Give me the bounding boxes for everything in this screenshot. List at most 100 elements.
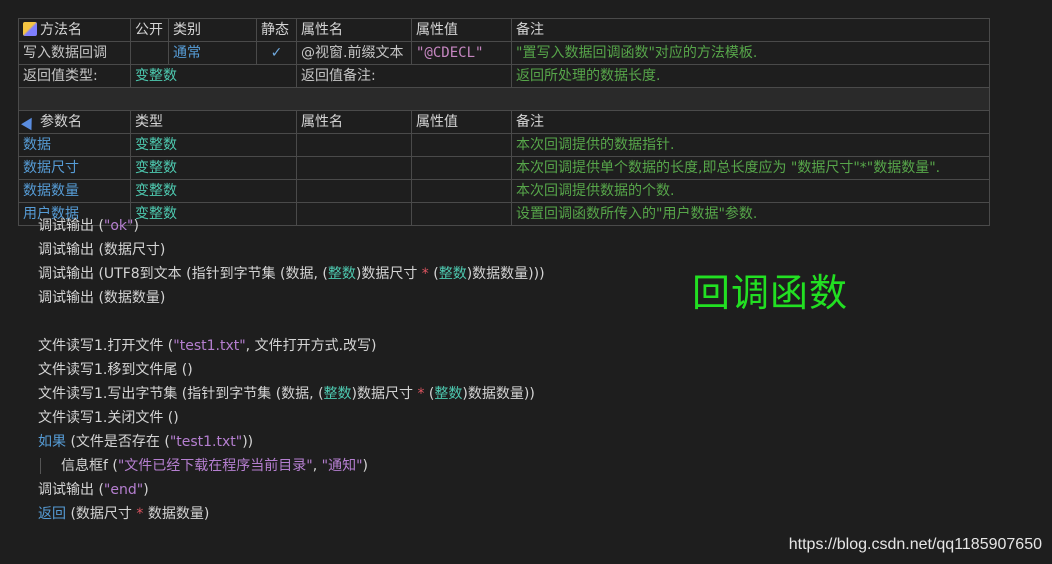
method-table: 方法名 公开 类别 静态 属性名 属性值 备注 写入数据回调 通常 ✓ @视窗.… <box>18 18 990 226</box>
code-text: 文件读写1.移到文件尾 () <box>38 362 193 378</box>
code-text: 调试输出 ( <box>38 218 104 234</box>
code-line[interactable]: 文件读写1.关闭文件 () <box>38 406 545 430</box>
param-type-cell[interactable]: 变整数 <box>130 179 297 203</box>
return-type-value[interactable]: 变整数 <box>130 64 297 88</box>
param-attr-name-cell[interactable] <box>296 156 412 180</box>
type-cast: 整数 <box>434 386 463 402</box>
static-check-icon[interactable]: ✓ <box>256 41 297 65</box>
code-line[interactable]: 调试输出 (数据数量) <box>38 286 545 310</box>
code-text: 调试输出 (数据数量) <box>38 290 166 306</box>
watermark: https://blog.csdn.net/qq1185907650 <box>788 536 1042 553</box>
return-note-value[interactable]: 返回所处理的数据长度. <box>511 64 990 88</box>
col-category: 类别 <box>168 18 257 42</box>
param-note-cell[interactable]: 本次回调提供单个数据的长度,即总长度应为 "数据尺寸"*"数据数量". <box>511 156 990 180</box>
method-public-cell[interactable] <box>130 41 169 65</box>
code-line[interactable]: 信息框f ("文件已经下载在程序当前目录", "通知") <box>38 454 545 478</box>
code-text: , 文件打开方式.改写) <box>245 338 377 354</box>
code-line-empty[interactable] <box>38 310 545 334</box>
code-text: )数据尺寸 <box>351 386 418 402</box>
method-header-row: 方法名 公开 类别 静态 属性名 属性值 备注 <box>18 18 990 42</box>
col-attr-value: 属性值 <box>411 18 512 42</box>
param-type-cell[interactable]: 变整数 <box>130 156 297 180</box>
col-method-name: 方法名 <box>18 18 131 42</box>
param-row[interactable]: 数据 变整数 本次回调提供的数据指针. <box>18 133 990 157</box>
param-attr-value-cell[interactable] <box>411 179 512 203</box>
code-text: 调试输出 (数据尺寸) <box>38 242 166 258</box>
operator: * <box>421 266 429 282</box>
param-name-cell[interactable]: 数据 <box>18 133 131 157</box>
code-line[interactable]: 调试输出 ("ok") <box>38 214 545 238</box>
param-header-row: 参数名 类型 属性名 属性值 备注 <box>18 110 990 134</box>
code-line[interactable]: 如果 (文件是否存在 ("test1.txt")) <box>38 430 545 454</box>
string-literal: "通知" <box>321 458 363 474</box>
param-row[interactable]: 数据数量 变整数 本次回调提供数据的个数. <box>18 179 990 203</box>
code-text: 调试输出 ( <box>38 482 104 498</box>
param-row[interactable]: 数据尺寸 变整数 本次回调提供单个数据的长度,即总长度应为 "数据尺寸"*"数据… <box>18 156 990 180</box>
type-cast: 整数 <box>323 386 352 402</box>
col-param-attr-value: 属性值 <box>411 110 512 134</box>
param-name-cell[interactable]: 数据数量 <box>18 179 131 203</box>
param-type-cell[interactable]: 变整数 <box>130 133 297 157</box>
method-category-cell[interactable]: 通常 <box>168 41 257 65</box>
col-note: 备注 <box>511 18 990 42</box>
code-text: (数据尺寸 <box>66 506 137 522</box>
keyword: 返回 <box>38 506 66 522</box>
code-text: 文件读写1.关闭文件 () <box>38 410 179 426</box>
code-text: ( <box>428 266 439 282</box>
code-line[interactable]: 返回 (数据尺寸 * 数据数量) <box>38 502 545 526</box>
code-line[interactable]: 文件读写1.移到文件尾 () <box>38 358 545 382</box>
string-literal: "ok" <box>103 218 134 234</box>
code-text: (文件是否存在 ( <box>66 434 170 450</box>
param-icon <box>21 114 37 131</box>
method-note-cell[interactable]: "置写入数据回调函数"对应的方法模板. <box>511 41 990 65</box>
return-row: 返回值类型: 变整数 返回值备注: 返回所处理的数据长度. <box>18 64 990 88</box>
param-attr-value-cell[interactable] <box>411 133 512 157</box>
code-text: , <box>312 458 322 474</box>
col-param-note: 备注 <box>511 110 990 134</box>
code-line[interactable]: 调试输出 (数据尺寸) <box>38 238 545 262</box>
col-attr-name: 属性名 <box>296 18 412 42</box>
overlay-title: 回调函数 <box>692 271 849 315</box>
code-text: ( <box>424 386 435 402</box>
code-line[interactable]: 文件读写1.写出字节集 (指针到字节集 (数据, (整数)数据尺寸 * (整数)… <box>38 382 545 406</box>
method-name-cell[interactable]: 写入数据回调 <box>18 41 131 65</box>
col-public: 公开 <box>130 18 169 42</box>
code-line[interactable]: 文件读写1.打开文件 ("test1.txt", 文件打开方式.改写) <box>38 334 545 358</box>
method-row[interactable]: 写入数据回调 通常 ✓ @视窗.前缀文本 "@CDECL" "置写入数据回调函数… <box>18 41 990 65</box>
keyword: 如果 <box>38 434 66 450</box>
col-static: 静态 <box>256 18 297 42</box>
param-note-cell[interactable]: 设置回调函数所传入的"用户数据"参数. <box>511 202 990 226</box>
code-text: ) <box>143 482 149 498</box>
method-attr-name-cell[interactable]: @视窗.前缀文本 <box>296 41 412 65</box>
param-attr-value-cell[interactable] <box>411 156 512 180</box>
code-text: 数据数量) <box>143 506 210 522</box>
code-text: 文件读写1.打开文件 ( <box>38 338 174 354</box>
param-note-cell[interactable]: 本次回调提供的数据指针. <box>511 133 990 157</box>
type-cast: 整数 <box>327 266 356 282</box>
code-editor[interactable]: 调试输出 ("ok") 调试输出 (数据尺寸) 调试输出 (UTF8到文本 (指… <box>38 214 545 526</box>
table-separator <box>18 87 990 111</box>
code-line[interactable]: 调试输出 (UTF8到文本 (指针到字节集 (数据, (整数)数据尺寸 * (整… <box>38 262 545 286</box>
string-literal: "test1.txt" <box>173 338 246 354</box>
string-literal: "end" <box>103 482 144 498</box>
col-param-name: 参数名 <box>18 110 131 134</box>
method-icon <box>23 22 37 36</box>
code-text: ) <box>362 458 368 474</box>
string-literal: "test1.txt" <box>169 434 243 450</box>
code-text: 文件读写1.写出字节集 (指针到字节集 (数据, ( <box>38 386 324 402</box>
param-attr-name-cell[interactable] <box>296 179 412 203</box>
code-text: 信息框f ( <box>61 458 118 474</box>
param-name-cell[interactable]: 数据尺寸 <box>18 156 131 180</box>
code-line[interactable]: 调试输出 ("end") <box>38 478 545 502</box>
type-cast: 整数 <box>438 266 467 282</box>
string-literal: "文件已经下载在程序当前目录" <box>117 458 313 474</box>
code-text: ) <box>133 218 139 234</box>
method-attr-value-cell[interactable]: "@CDECL" <box>411 41 512 65</box>
indent-guide: 信息框f ("文件已经下载在程序当前目录", "通知") <box>40 458 368 474</box>
param-attr-name-cell[interactable] <box>296 133 412 157</box>
code-text: )) <box>242 434 254 450</box>
col-param-type: 类型 <box>130 110 297 134</box>
code-text: 调试输出 (UTF8到文本 (指针到字节集 (数据, ( <box>38 266 328 282</box>
return-type-label: 返回值类型: <box>18 64 131 88</box>
param-note-cell[interactable]: 本次回调提供数据的个数. <box>511 179 990 203</box>
